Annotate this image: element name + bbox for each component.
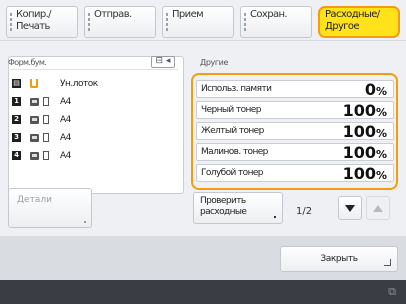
item-value: 100% [342, 164, 387, 183]
item-name: Желтый тонер [201, 126, 264, 136]
item-name: Черный тонер [201, 105, 261, 115]
paper-tray-icon [30, 134, 39, 142]
consumables-screen: Копир./ Печать Отправ. Прием Сохран. Рас… [0, 0, 406, 304]
magenta-toner-row: Малинов. тонер 100% [196, 143, 394, 161]
item-value: 0% [364, 80, 387, 99]
page-indicator: 1/2 [296, 206, 313, 217]
page-up-button[interactable] [366, 196, 390, 220]
close-button[interactable]: Закрыть [280, 246, 398, 272]
list-item[interactable]: 4 A4 [12, 148, 180, 164]
paper-tray-icon [30, 116, 39, 124]
paper-size: A4 [60, 151, 71, 161]
item-value: 100% [342, 143, 387, 162]
item-value: 100% [342, 122, 387, 141]
check-consumables-button[interactable]: Проверить расходные [193, 192, 283, 224]
item-value: 100% [342, 101, 387, 120]
tab-send[interactable]: Отправ. [84, 6, 156, 38]
yellow-toner-row: Желтый тонер 100% [196, 122, 394, 140]
status-bar [0, 280, 406, 304]
drawer-number-icon: 2 [12, 115, 21, 124]
list-item[interactable]: 3 A4 [12, 130, 180, 146]
tab-label: Прием [172, 9, 204, 20]
tab-label: Отправ. [94, 9, 132, 20]
bypass-tray-icon [30, 79, 38, 88]
tab-store[interactable]: Сохран. [240, 6, 312, 38]
cyan-toner-row: Голубой тонер 100% [196, 164, 394, 182]
tab-receive[interactable]: Прием [162, 6, 234, 38]
paper-sheet-icon [43, 115, 49, 124]
tab-label: Копир./ [16, 9, 52, 20]
item-name: Голубой тонер [201, 168, 264, 178]
paper-list-header: Форм.бум. [8, 58, 180, 70]
tab-label: Печать [16, 21, 50, 32]
status-icon[interactable]: ⧉ [388, 286, 396, 298]
tab-divider [0, 40, 406, 41]
paper-sheet-icon [43, 151, 49, 160]
button-label: Проверить [200, 196, 246, 206]
paper-sheet-icon [43, 97, 49, 106]
memory-usage-row: Использ. памяти 0% [196, 80, 394, 98]
paper-sheet-icon [43, 133, 49, 142]
list-item[interactable]: 1 A4 [12, 94, 180, 110]
button-label: расходные [200, 207, 247, 217]
paper-size: A4 [60, 115, 71, 125]
tab-label: Другое [325, 21, 360, 32]
details-button[interactable]: Детали [8, 188, 92, 228]
item-name: Малинов. тонер [201, 147, 268, 157]
tab-label: Сохран. [250, 9, 288, 20]
tab-copy-print[interactable]: Копир./ Печать [6, 6, 78, 38]
list-item[interactable]: ▤ Ун.лоток [12, 76, 180, 92]
layout-toggle-button[interactable]: ⊟ ◂ [151, 56, 175, 68]
tab-label: Расходные/ [325, 9, 380, 20]
bypass-label: Ун.лоток [60, 79, 98, 89]
drawer-number-icon: 3 [12, 133, 21, 142]
page-down-button[interactable] [338, 196, 362, 220]
list-item[interactable]: 2 A4 [12, 112, 180, 128]
paper-size: A4 [60, 97, 71, 107]
paper-size: A4 [60, 133, 71, 143]
drawer-number-icon: 1 [12, 97, 21, 106]
black-toner-row: Черный тонер 100% [196, 101, 394, 119]
paper-tray-icon [30, 152, 39, 160]
paper-tray-icon [30, 98, 39, 106]
other-header: Другие [200, 58, 228, 67]
tab-consumables-other[interactable]: Расходные/ Другое [318, 6, 400, 38]
drawer-number-icon: 4 [12, 151, 21, 160]
feeder-icon: ▤ [12, 79, 21, 88]
item-name: Использ. памяти [201, 84, 272, 94]
